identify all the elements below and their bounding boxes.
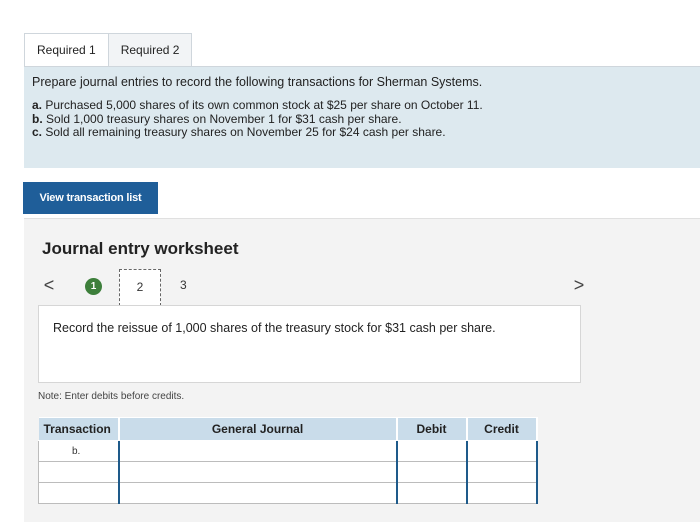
transaction-item-b: b. Sold 1,000 treasury shares on Novembe… (32, 111, 402, 126)
account-select[interactable] (117, 440, 398, 462)
debit-input[interactable] (395, 440, 467, 462)
header-debit: Debit (396, 417, 468, 441)
transaction-cell (38, 461, 119, 483)
journal-table: Transaction General Journal Debit Credit… (38, 417, 538, 504)
step-1-complete[interactable]: 1 (85, 278, 102, 295)
step-2-current[interactable]: 2 (119, 269, 161, 306)
chevron-right-icon[interactable]: > (572, 275, 586, 295)
tab-bar: Required 1 Required 2 (24, 33, 193, 66)
tab-required-1[interactable]: Required 1 (24, 33, 109, 66)
table-row (38, 461, 538, 483)
tab-required-2[interactable]: Required 2 (108, 33, 193, 66)
credit-input[interactable] (465, 440, 538, 462)
account-select[interactable] (117, 461, 398, 483)
problem-prompt: Prepare journal entries to record the fo… (24, 66, 700, 168)
journal-entry-worksheet: Journal entry worksheet < 1 2 3 > Record… (24, 218, 700, 522)
table-row: b. (38, 440, 538, 462)
credit-input[interactable] (465, 482, 538, 504)
chevron-left-icon[interactable]: < (42, 275, 56, 295)
table-row (38, 482, 538, 504)
transaction-item-c: c. Sold all remaining treasury shares on… (32, 125, 446, 139)
header-transaction: Transaction (38, 417, 120, 441)
prompt-intro: Prepare journal entries to record the fo… (32, 75, 483, 89)
credit-input[interactable] (465, 461, 538, 483)
header-credit: Credit (466, 417, 538, 441)
view-transaction-list-button[interactable]: View transaction list (23, 182, 158, 214)
account-select[interactable] (117, 482, 398, 504)
transaction-cell: b. (38, 440, 119, 462)
entry-instruction: Record the reissue of 1,000 shares of th… (38, 305, 581, 383)
transaction-item-a: a. Purchased 5,000 shares of its own com… (32, 98, 483, 112)
entry-note: Note: Enter debits before credits. (38, 391, 185, 402)
worksheet-title: Journal entry worksheet (42, 239, 239, 258)
transaction-cell (38, 482, 119, 504)
debit-input[interactable] (395, 482, 467, 504)
header-general-journal: General Journal (118, 417, 398, 441)
table-header-row: Transaction General Journal Debit Credit (38, 417, 538, 441)
transaction-list: a. Purchased 5,000 shares of its own com… (32, 98, 692, 140)
debit-input[interactable] (395, 461, 467, 483)
step-3[interactable]: 3 (180, 278, 187, 292)
